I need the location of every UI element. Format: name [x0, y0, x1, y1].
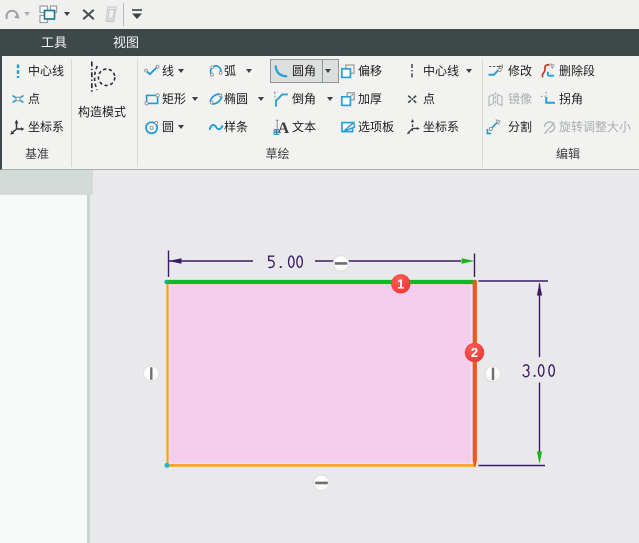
svg-text:2: 2: [471, 345, 478, 360]
svg-text:1: 1: [397, 276, 404, 291]
